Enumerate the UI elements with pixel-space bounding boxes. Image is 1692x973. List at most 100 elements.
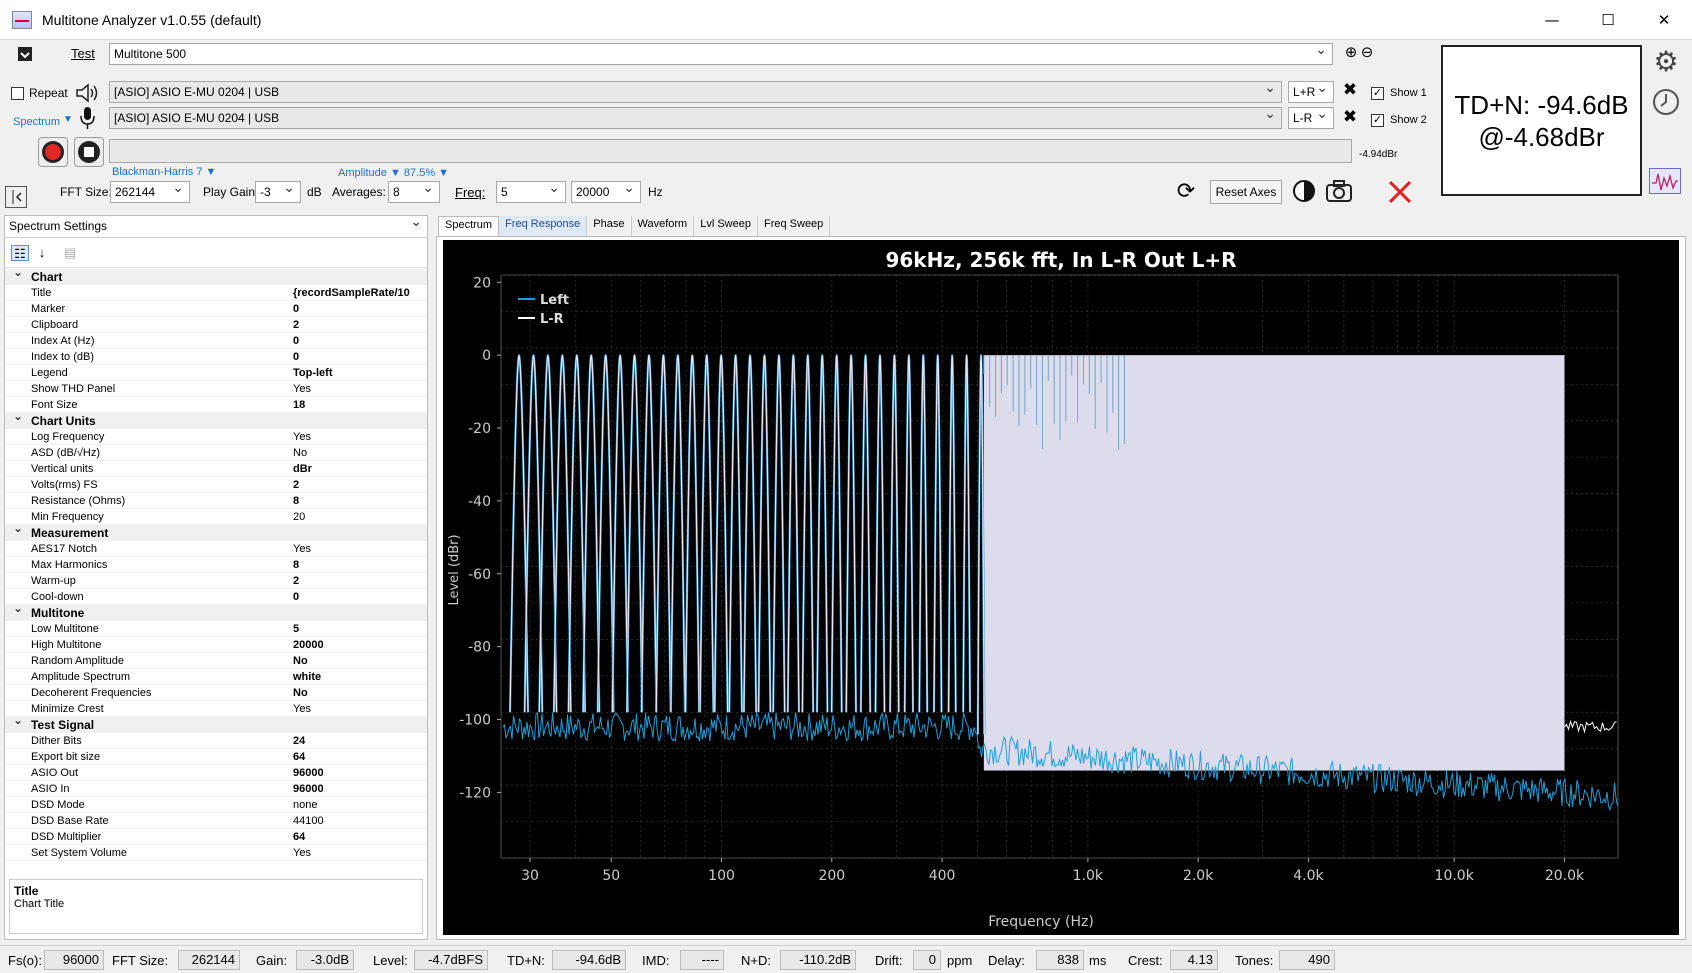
export-icon[interactable] (14, 44, 36, 64)
property-row[interactable]: ASIO In 96000 (5, 781, 427, 797)
property-row[interactable]: Index to (dB) 0 (5, 349, 427, 365)
property-row[interactable]: High Multitone 20000 (5, 637, 427, 653)
property-value[interactable]: 8 (293, 493, 423, 509)
property-value[interactable]: Top-left (293, 365, 423, 381)
sort-alpha-icon[interactable]: ↓ (33, 245, 51, 261)
property-value[interactable]: 96000 (293, 765, 423, 781)
property-row[interactable]: Clipboard 2 (5, 317, 427, 333)
property-value[interactable]: No (293, 445, 423, 461)
tab-lvl-sweep[interactable]: Lvl Sweep (694, 216, 758, 236)
property-row[interactable]: Cool-down 0 (5, 589, 427, 605)
property-value[interactable]: 2 (293, 573, 423, 589)
show2-checkbox[interactable]: ✓ (1371, 114, 1384, 127)
contrast-icon[interactable] (1291, 178, 1317, 204)
tab-waveform[interactable]: Waveform (632, 216, 695, 236)
settings-section-select[interactable]: Spectrum Settings (5, 212, 427, 238)
freq-high-select[interactable]: 20000 (571, 181, 641, 203)
stop-button[interactable] (74, 137, 104, 167)
tab-freq-response[interactable]: Freq Response (499, 216, 588, 236)
property-value[interactable]: Yes (293, 701, 423, 717)
test-select[interactable]: Multitone 500 (109, 43, 1333, 65)
waveform-icon[interactable] (1649, 168, 1681, 194)
repeat-checkbox[interactable] (11, 87, 24, 100)
minimize-button[interactable]: — (1524, 0, 1580, 40)
property-value[interactable]: No (293, 685, 423, 701)
fft-size-select[interactable]: 262144 (110, 181, 190, 203)
category-chart[interactable]: Chart (5, 264, 427, 285)
close-window-button[interactable]: ✕ (1636, 0, 1692, 40)
collapse-panel-icon[interactable] (5, 186, 27, 208)
amplitude-select[interactable]: Amplitude ▼ 87.5% ▼ (338, 167, 449, 179)
property-value[interactable]: 8 (293, 557, 423, 573)
tab-spectrum[interactable]: Spectrum (438, 216, 500, 236)
play-gain-select[interactable]: -3 (255, 181, 301, 203)
property-row[interactable]: DSD Multiplier 64 (5, 829, 427, 845)
camera-icon[interactable] (1324, 178, 1354, 204)
property-value[interactable]: Yes (293, 541, 423, 557)
window-function-select[interactable]: Blackman-Harris 7 ▼ (112, 166, 216, 178)
category-chart-units[interactable]: Chart Units (5, 408, 427, 429)
property-row[interactable]: AES17 Notch Yes (5, 541, 427, 557)
property-value[interactable]: 64 (293, 749, 423, 765)
output-device-select[interactable]: [ASIO] ASIO E-MU 0204 | USB (109, 81, 1282, 103)
property-row[interactable]: Vertical units dBr (5, 461, 427, 477)
property-row[interactable]: DSD Mode none (5, 797, 427, 813)
property-value[interactable]: Yes (293, 429, 423, 445)
category-measurement[interactable]: Measurement (5, 520, 427, 541)
property-pages-icon[interactable]: ▤ (61, 245, 79, 261)
record-button[interactable] (38, 137, 68, 167)
property-value[interactable]: No (293, 653, 423, 669)
reset-axes-button[interactable]: Reset Axes (1210, 180, 1282, 204)
property-value[interactable]: dBr (293, 461, 423, 477)
output-settings-icon[interactable]: ✖ (1340, 80, 1360, 100)
property-row[interactable]: Show THD Panel Yes (5, 381, 427, 397)
property-row[interactable]: Legend Top-left (5, 365, 427, 381)
property-row[interactable]: Font Size 18 (5, 397, 427, 413)
property-row[interactable]: Resistance (Ohms) 8 (5, 493, 427, 509)
property-value[interactable]: 2 (293, 317, 423, 333)
category-multitone[interactable]: Multitone (5, 600, 427, 621)
property-row[interactable]: Min Frequency 20 (5, 509, 427, 525)
gear-icon[interactable]: ⚙ (1650, 45, 1682, 78)
input-channel-select[interactable]: L-R (1288, 107, 1334, 129)
input-device-select[interactable]: [ASIO] ASIO E-MU 0204 | USB (109, 107, 1282, 129)
property-value[interactable]: 24 (293, 733, 423, 749)
property-row[interactable]: Title {recordSampleRate/10 (5, 285, 427, 301)
clear-icon[interactable] (1386, 178, 1414, 206)
property-value[interactable]: 5 (293, 621, 423, 637)
clock-icon[interactable] (1651, 87, 1681, 117)
property-row[interactable]: Decoherent Frequencies No (5, 685, 427, 701)
property-value[interactable]: 0 (293, 349, 423, 365)
property-value[interactable]: 0 (293, 589, 423, 605)
property-row[interactable]: DSD Base Rate 44100 (5, 813, 427, 829)
property-row[interactable]: Log Frequency Yes (5, 429, 427, 445)
property-row[interactable]: Amplitude Spectrum white (5, 669, 427, 685)
property-row[interactable]: Warm-up 2 (5, 573, 427, 589)
property-value[interactable]: 20000 (293, 637, 423, 653)
property-value[interactable]: white (293, 669, 423, 685)
property-value[interactable]: 18 (293, 397, 423, 413)
property-value[interactable]: none (293, 797, 423, 813)
spectrum-chart[interactable]: 96kHz, 256k fft, In L-R Out L+R 200-20-4… (443, 240, 1679, 935)
property-row[interactable]: Dither Bits 24 (5, 733, 427, 749)
property-value[interactable]: {recordSampleRate/10 (293, 285, 423, 301)
property-value[interactable]: 2 (293, 477, 423, 493)
property-value[interactable]: 44100 (293, 813, 423, 829)
input-settings-icon[interactable]: ✖ (1340, 107, 1360, 127)
property-row[interactable]: Low Multitone 5 (5, 621, 427, 637)
output-channel-select[interactable]: L+R (1288, 81, 1334, 103)
property-value[interactable]: Yes (293, 845, 423, 861)
property-row[interactable]: Export bit size 64 (5, 749, 427, 765)
averages-select[interactable]: 8 (388, 181, 440, 203)
tab-phase[interactable]: Phase (587, 216, 632, 236)
property-value[interactable]: 20 (293, 509, 423, 525)
property-value[interactable]: 0 (293, 301, 423, 317)
tab-freq-sweep[interactable]: Freq Sweep (758, 216, 831, 236)
category-test-signal[interactable]: Test Signal (5, 712, 427, 733)
property-row[interactable]: Volts(rms) FS 2 (5, 477, 427, 493)
freq-low-select[interactable]: 5 (496, 181, 566, 203)
property-value[interactable]: 96000 (293, 781, 423, 797)
property-row[interactable]: Marker 0 (5, 301, 427, 317)
property-row[interactable]: Minimize Crest Yes (5, 701, 427, 717)
property-row[interactable]: Set System Volume Yes (5, 845, 427, 861)
